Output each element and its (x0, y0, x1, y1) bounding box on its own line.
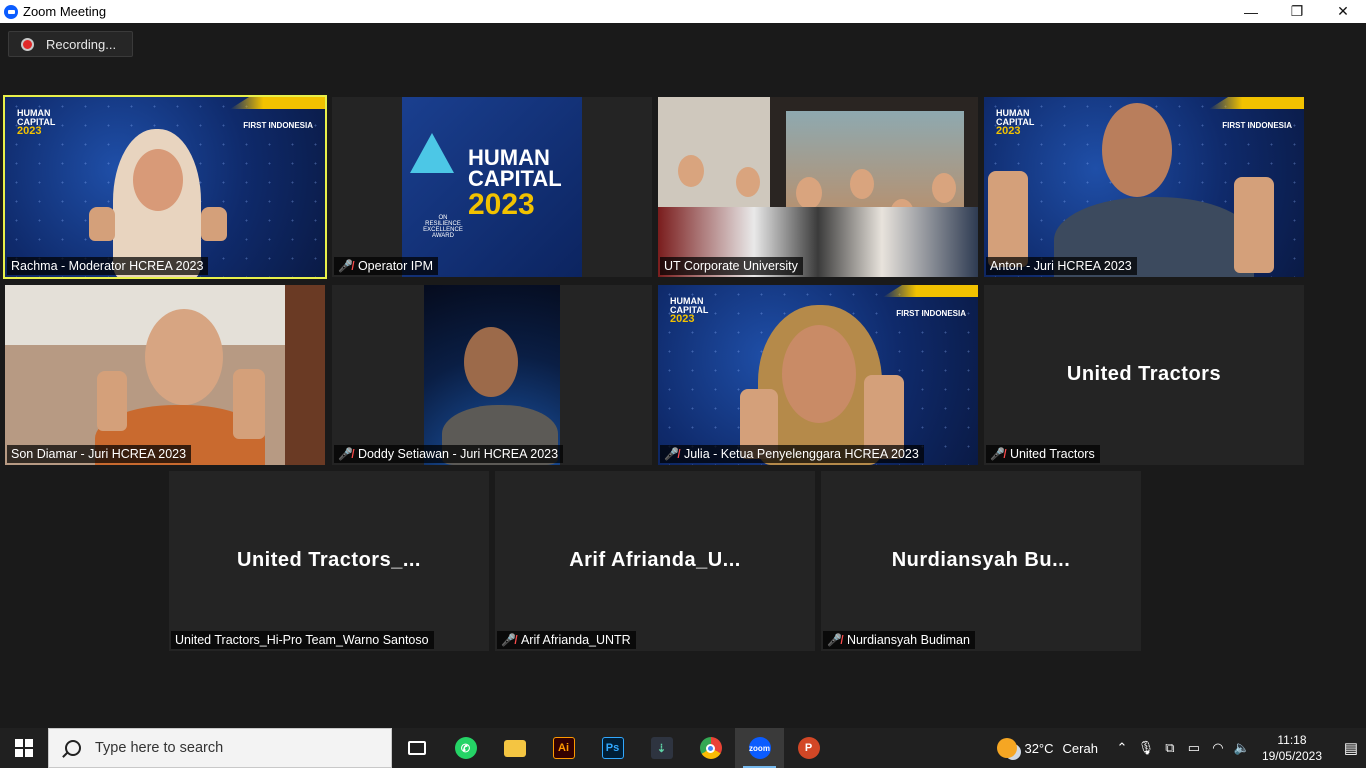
video-tile-rachma[interactable]: HUMAN CAPITAL 2023 FIRST INDONESIA Rachma … (3, 95, 327, 279)
taskbar: Type here to search ✆ Ai Ps ⇣ zoom P 32°… (0, 728, 1366, 768)
human-capital-logo: HUMAN CAPITAL 2023 (670, 296, 709, 325)
participant-display-name: Nurdiansyah Bu... (891, 549, 1071, 571)
first-indonesia-logo: FIRST INDONESIA (243, 121, 313, 130)
video-tile-doddy-setiawan[interactable]: 🎤̸ Doddy Setiawan - Juri HCREA 2023 (332, 285, 652, 465)
muted-mic-icon: 🎤̸ (338, 447, 353, 461)
participant-name: Son Diamar - Juri HCREA 2023 (7, 445, 192, 463)
search-placeholder: Type here to search (95, 740, 224, 756)
taskbar-search[interactable]: Type here to search (48, 728, 392, 768)
notification-icon[interactable]: ▤ (1336, 739, 1366, 757)
battery-icon[interactable]: ▭ (1182, 740, 1206, 756)
download-app-icon: ⇣ (650, 737, 673, 759)
microphone-icon[interactable]: 🎙 (1134, 740, 1158, 756)
video-tile-julia[interactable]: HUMAN CAPITAL 2023 FIRST INDONESIA 🎤̸ Julia… (658, 285, 978, 465)
participant-name: Rachma - Moderator HCREA 2023 (7, 257, 209, 275)
app-taskbar-button[interactable]: ⇣ (637, 728, 686, 768)
meeting-gallery: Recording... HUMAN CAPITAL 2023 FIRST INDO… (0, 23, 1366, 728)
file-explorer-taskbar-button[interactable] (490, 728, 539, 768)
video-tile-arif-afrianda[interactable]: Arif Afrianda_U... 🎤̸ Arif Afrianda_UNTR (495, 471, 815, 651)
participant-name: 🎤̸ Julia - Ketua Penyelenggara HCREA 2023 (660, 445, 924, 463)
volume-icon[interactable]: 🔈 (1230, 740, 1254, 756)
folder-icon (503, 739, 526, 757)
participant-name: United Tractors_Hi-Pro Team_Warno Santos… (171, 631, 434, 649)
participant-display-name: Arif Afrianda_U... (569, 549, 741, 571)
search-icon (65, 740, 81, 756)
first-indonesia-logo: FIRST INDONESIA (1222, 121, 1292, 130)
weather-text: Cerah (1062, 740, 1098, 756)
taskbar-clock[interactable]: 11:18 19/05/2023 (1262, 732, 1322, 764)
start-button[interactable] (0, 728, 48, 768)
weather-widget[interactable]: 32°C Cerah (997, 738, 1098, 758)
participant-name: 🎤̸ Doddy Setiawan - Juri HCREA 2023 (334, 445, 564, 463)
whatsapp-taskbar-button[interactable]: ✆ (441, 728, 490, 768)
video-tile-son-diamar[interactable]: Son Diamar - Juri HCREA 2023 (5, 285, 325, 465)
video-tile-operator-ipm[interactable]: HUMAN CAPITAL 2023 ON RESILIENCE EXCELLE… (332, 97, 652, 277)
illustrator-icon: Ai (552, 737, 575, 759)
participant-name: 🎤̸ Operator IPM (334, 257, 438, 275)
restore-button[interactable]: ❐ (1274, 0, 1320, 23)
video-tile-united-tractors[interactable]: United Tractors 🎤̸ United Tractors (984, 285, 1304, 465)
system-tray: 32°C Cerah ⌃ 🎙 ⧉ ▭ ◠ 🔈 11:18 19/05/2023 … (997, 728, 1366, 768)
camera-icon[interactable]: ⧉ (1158, 740, 1182, 756)
video-tile-nurdiansyah-budiman[interactable]: Nurdiansyah Bu... 🎤̸ Nurdiansyah Budiman (821, 471, 1141, 651)
participant-display-name: United Tractors (1066, 363, 1222, 385)
recording-indicator[interactable]: Recording... (8, 31, 133, 57)
title-bar: Zoom Meeting — ❐ ✕ (0, 0, 1366, 23)
photoshop-icon: Ps (601, 737, 624, 759)
participant-name: Anton - Juri HCREA 2023 (986, 257, 1137, 275)
muted-mic-icon: 🎤̸ (827, 633, 842, 647)
whatsapp-icon: ✆ (454, 737, 477, 759)
illustrator-taskbar-button[interactable]: Ai (539, 728, 588, 768)
muted-mic-icon: 🎤̸ (664, 447, 679, 461)
weather-sun-icon (997, 738, 1018, 758)
powerpoint-taskbar-button[interactable]: P (784, 728, 833, 768)
participant-name: 🎤̸ United Tractors (986, 445, 1100, 463)
window-title: Zoom Meeting (23, 4, 107, 19)
human-capital-logo: HUMAN CAPITAL 2023 (17, 108, 56, 137)
wifi-icon[interactable]: ◠ (1206, 740, 1230, 756)
task-view-button[interactable] (392, 728, 441, 768)
participant-name: UT Corporate University (660, 257, 803, 275)
recording-label: Recording... (46, 36, 117, 52)
record-icon (21, 37, 34, 51)
human-capital-logo: HUMAN CAPITAL 2023 (468, 145, 562, 221)
powerpoint-icon: P (797, 737, 820, 759)
close-button[interactable]: ✕ (1320, 0, 1366, 23)
minimize-button[interactable]: — (1228, 0, 1274, 23)
zoom-taskbar-button[interactable]: zoom (735, 728, 784, 768)
clock-date: 19/05/2023 (1261, 749, 1322, 763)
participant-display-name: United Tractors_... (237, 549, 421, 571)
muted-mic-icon: 🎤̸ (338, 259, 353, 273)
video-tile-warno-santoso[interactable]: United Tractors_... United Tractors_Hi-P… (169, 471, 489, 651)
zoom-icon: zoom (748, 737, 771, 759)
weather-temp: 32°C (1024, 740, 1054, 756)
windows-icon (15, 739, 33, 757)
clock-time: 11:18 (1277, 733, 1307, 747)
chrome-taskbar-button[interactable] (686, 728, 735, 768)
participant-name: 🎤̸ Nurdiansyah Budiman (823, 631, 975, 649)
task-view-icon (407, 741, 426, 755)
muted-mic-icon: 🎤̸ (990, 447, 1005, 461)
video-tile-ut-corporate-university[interactable]: UT Corporate University (658, 97, 978, 277)
chevron-up-icon[interactable]: ⌃ (1110, 740, 1134, 756)
human-capital-logo: HUMAN CAPITAL 2023 (996, 108, 1035, 137)
video-tile-anton[interactable]: HUMAN CAPITAL 2023 FIRST INDONESIA Anton -… (984, 97, 1304, 277)
photoshop-taskbar-button[interactable]: Ps (588, 728, 637, 768)
chrome-icon (699, 737, 722, 759)
zoom-app-icon (4, 4, 18, 19)
muted-mic-icon: 🎤̸ (501, 633, 516, 647)
participant-name: 🎤̸ Arif Afrianda_UNTR (497, 631, 636, 649)
window-controls: — ❐ ✕ (1228, 0, 1366, 23)
first-indonesia-logo: FIRST INDONESIA (896, 309, 966, 318)
